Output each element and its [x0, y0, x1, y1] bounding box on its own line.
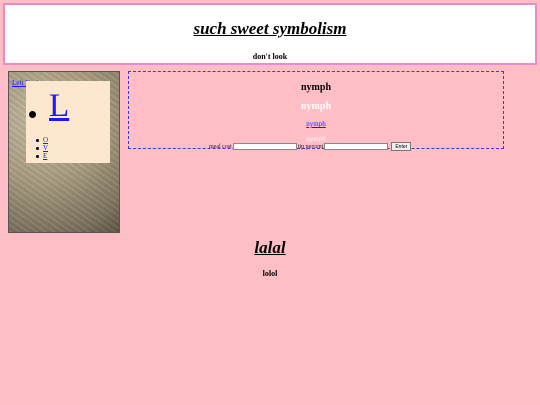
- tip-calculator-form: meal cost tip percent Enter: [209, 142, 412, 151]
- footer-subtitle: lolol: [262, 269, 278, 278]
- main-content: nymph nymph nymph nymph: [128, 71, 504, 149]
- site-title: such sweet symbolism: [193, 19, 347, 38]
- tip-percent-label: tip percent: [297, 143, 324, 150]
- list-item: E: [36, 152, 48, 160]
- nav-link-l[interactable]: L: [49, 90, 69, 123]
- bullet-icon: [29, 111, 36, 118]
- meal-cost-label: meal cost: [209, 143, 232, 150]
- enter-button[interactable]: Enter: [391, 142, 412, 151]
- list-item: O: [36, 136, 48, 144]
- content-heading: nymph: [300, 82, 331, 93]
- meal-cost-input[interactable]: [232, 143, 297, 150]
- site-subtitle: don't look: [252, 52, 288, 61]
- nav-sub-list: O V E: [36, 136, 48, 160]
- content-heading-white: nymph: [300, 101, 331, 112]
- left-sidebar: Left Navbar L O V E: [8, 71, 120, 233]
- nav-link-v[interactable]: V: [43, 144, 48, 152]
- list-item: V: [36, 144, 48, 152]
- nav-link-o[interactable]: O: [43, 136, 48, 144]
- nav-link-e[interactable]: E: [43, 152, 47, 160]
- tip-percent-input[interactable]: [324, 143, 389, 150]
- nav-box: L O V E: [26, 81, 110, 163]
- header-banner: such sweet symbolism don't look: [3, 3, 537, 65]
- footer-title: lalal: [254, 238, 286, 257]
- content-link[interactable]: nymph: [129, 120, 503, 128]
